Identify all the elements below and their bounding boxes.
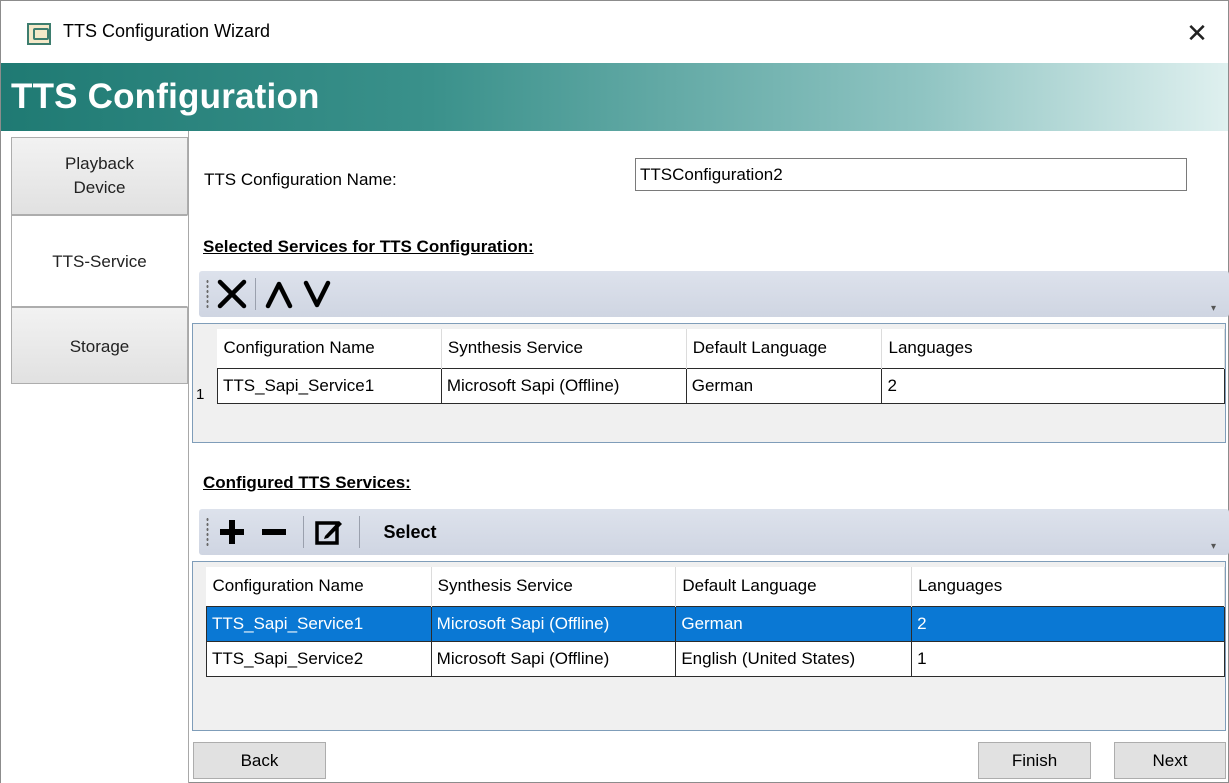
move-up-icon[interactable]	[261, 275, 297, 313]
next-button[interactable]: Next	[1114, 742, 1226, 779]
table-cell[interactable]: TTS_Sapi_Service2	[206, 640, 432, 677]
configured-services-toolbar: Select ▾	[199, 509, 1229, 555]
toolbar-grip[interactable]	[206, 279, 209, 309]
selected-services-grid: 1 Configuration Name Synthesis Service D…	[192, 323, 1226, 443]
toolbar-grip[interactable]	[206, 517, 209, 547]
finish-button[interactable]: Finish	[978, 742, 1091, 779]
table-cell[interactable]: TTS_Sapi_Service1	[206, 605, 432, 642]
column-header[interactable]: Configuration Name	[206, 567, 432, 606]
table-cell[interactable]: Microsoft Sapi (Offline)	[430, 640, 677, 677]
config-name-label: TTS Configuration Name:	[204, 170, 397, 189]
table-cell[interactable]: TTS_Sapi_Service1	[217, 367, 442, 404]
config-name-input[interactable]	[635, 158, 1187, 191]
app-icon	[27, 23, 51, 45]
nav-item-label: Device	[73, 178, 126, 197]
toolbar-overflow-icon[interactable]: ▾	[1211, 304, 1221, 314]
table-cell[interactable]: German	[685, 367, 883, 404]
column-header[interactable]: Default Language	[686, 329, 883, 368]
table-cell[interactable]: 2	[911, 605, 1225, 642]
table-cell[interactable]: Microsoft Sapi (Offline)	[440, 367, 687, 404]
table-cell[interactable]: German	[675, 605, 913, 642]
table-row-selected[interactable]: TTS_Sapi_Service1 Microsoft Sapi (Offlin…	[206, 605, 1225, 642]
table-header-row: Configuration Name Synthesis Service Def…	[217, 329, 1225, 368]
table-cell[interactable]: English (United States)	[675, 640, 913, 677]
selected-services-toolbar: ▾	[199, 271, 1229, 317]
minus-icon[interactable]	[257, 513, 291, 551]
close-icon[interactable]: ✕	[1177, 13, 1217, 53]
nav-item-label: Playback	[65, 154, 134, 173]
column-header[interactable]: Default Language	[675, 567, 913, 606]
table-cell[interactable]: 1	[911, 640, 1225, 677]
title-bar: TTS Configuration Wizard ✕	[1, 1, 1228, 62]
edit-icon[interactable]	[311, 513, 347, 551]
nav-item-playback-device[interactable]: Playback Device	[11, 137, 188, 215]
column-header[interactable]: Languages	[881, 329, 1225, 368]
table-cell[interactable]: Microsoft Sapi (Offline)	[430, 605, 677, 642]
selected-services-heading: Selected Services for TTS Configuration:	[203, 237, 534, 256]
selected-services-table: Configuration Name Synthesis Service Def…	[217, 329, 1225, 404]
toolbar-overflow-icon[interactable]: ▾	[1211, 542, 1221, 552]
banner: TTS Configuration	[1, 63, 1228, 131]
select-button[interactable]: Select	[369, 513, 451, 551]
remove-x-icon[interactable]	[215, 275, 249, 313]
toolbar-separator	[255, 278, 256, 310]
left-nav: Playback Device TTS-Service Storage	[1, 131, 189, 783]
configured-services-table: Configuration Name Synthesis Service Def…	[206, 567, 1225, 677]
toolbar-separator	[303, 516, 304, 548]
nav-item-tts-service[interactable]: TTS-Service	[11, 215, 188, 307]
column-header[interactable]: Configuration Name	[217, 329, 442, 368]
toolbar-separator	[359, 516, 360, 548]
page-title: TTS Configuration	[11, 77, 320, 116]
configured-services-heading: Configured TTS Services:	[203, 473, 411, 492]
wizard-window: TTS Configuration Wizard ✕ TTS Configura…	[0, 0, 1229, 783]
column-header[interactable]: Synthesis Service	[431, 567, 677, 606]
table-header-row: Configuration Name Synthesis Service Def…	[206, 567, 1225, 606]
nav-item-label: TTS-Service	[52, 252, 147, 271]
move-down-icon[interactable]	[299, 275, 335, 313]
row-number: 1	[196, 386, 205, 403]
back-button[interactable]: Back	[193, 742, 326, 779]
table-row[interactable]: TTS_Sapi_Service2 Microsoft Sapi (Offlin…	[206, 640, 1225, 677]
window-title: TTS Configuration Wizard	[63, 21, 271, 41]
configured-services-grid: Configuration Name Synthesis Service Def…	[192, 561, 1226, 731]
nav-item-label: Storage	[69, 337, 130, 356]
add-icon[interactable]	[215, 513, 249, 551]
table-cell[interactable]: 2	[881, 367, 1225, 404]
table-row[interactable]: TTS_Sapi_Service1 Microsoft Sapi (Offlin…	[217, 367, 1225, 404]
column-header[interactable]: Synthesis Service	[441, 329, 687, 368]
nav-item-storage[interactable]: Storage	[11, 307, 188, 384]
column-header[interactable]: Languages	[911, 567, 1225, 606]
